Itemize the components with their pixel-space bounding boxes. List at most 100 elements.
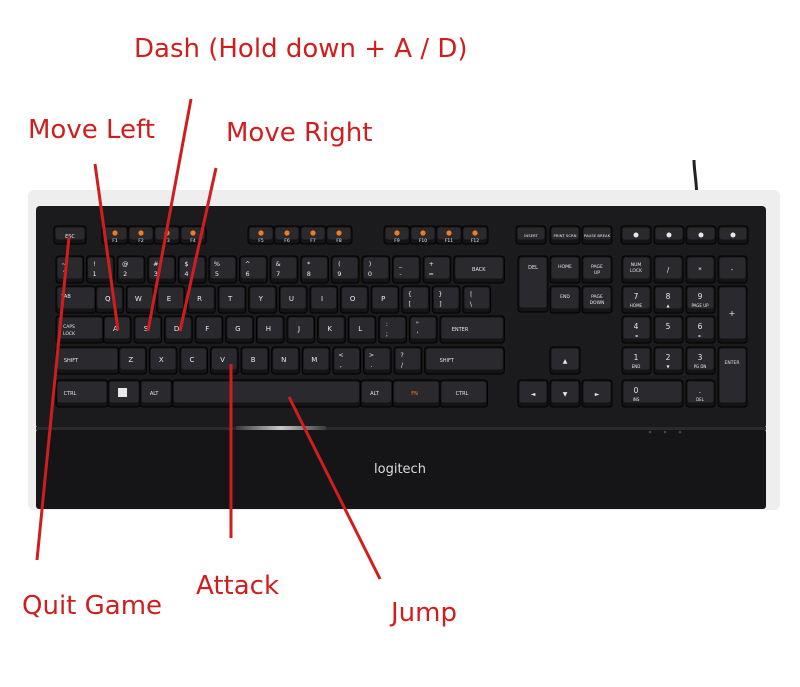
- arrow-up-icon: ▲: [563, 358, 568, 365]
- key-legend: DEL: [696, 397, 705, 402]
- fn-media-icon: [112, 230, 118, 236]
- key-face: [410, 317, 436, 339]
- key-sym[interactable]: [422, 255, 452, 284]
- key-f2-label: F2: [138, 238, 144, 244]
- key-legend: .: [699, 386, 701, 395]
- key-9[interactable]: [330, 255, 360, 284]
- key-legend: 6: [246, 270, 250, 278]
- key-ctrl-label: CTRL: [456, 391, 469, 397]
- key-4[interactable]: [177, 255, 207, 284]
- fn-media-icon: [258, 230, 264, 236]
- key-legend: PAGE: [591, 264, 603, 270]
- key-numpad-sub-label: PAGE UP: [691, 303, 709, 308]
- key-6[interactable]: [239, 255, 268, 284]
- key-f7-label: F7: [310, 238, 316, 244]
- key-legend: ,: [340, 361, 342, 369]
- key-punct[interactable]: [332, 346, 362, 375]
- key-shift-right[interactable]: [424, 346, 505, 375]
- key-legend: ;: [386, 330, 388, 338]
- key-f5-label: F5: [258, 238, 264, 244]
- key-3[interactable]: [147, 255, 176, 284]
- key-j[interactable]: [286, 315, 316, 344]
- fn-media-icon: [336, 230, 342, 236]
- key-1[interactable]: [86, 255, 115, 284]
- key-f-label: F: [205, 325, 209, 333]
- key-r-label: R: [197, 295, 202, 303]
- key-numpad-plus-label: +: [729, 309, 736, 318]
- key-numpad-0[interactable]: [621, 379, 684, 408]
- key-shift-legend: &: [276, 260, 281, 268]
- key-f8-label: F8: [336, 238, 342, 244]
- key-a-label: A: [113, 325, 118, 333]
- key-sym-bracket[interactable]: [462, 285, 492, 314]
- stage: logitech ESC F1 F2 F3 F4 F5 F6 F7 F8 F9 F10 F11 F12 IN…: [0, 0, 800, 687]
- key-punct[interactable]: [408, 315, 438, 344]
- key-h-label: H: [266, 325, 271, 333]
- light-strip: [236, 426, 326, 430]
- key-legend: |: [470, 290, 472, 298]
- key-legend: >: [369, 351, 374, 359]
- key-numpad-enter[interactable]: [717, 346, 748, 408]
- key-tab-label: TAB: [60, 294, 71, 300]
- key-0[interactable]: [361, 255, 391, 284]
- key-print-scrn-label: PRINT SCRN: [554, 233, 577, 238]
- key-7[interactable]: [269, 255, 299, 284]
- key-shift-legend: +: [428, 260, 433, 268]
- key-i[interactable]: [309, 285, 339, 314]
- key-legend: *: [698, 266, 702, 274]
- key-punct[interactable]: [378, 315, 407, 344]
- key-punct[interactable]: [363, 346, 392, 375]
- key-legend: ?: [400, 351, 403, 359]
- key-legend: 2: [666, 353, 671, 362]
- key-legend: 3: [698, 353, 703, 362]
- key-f1-label: F1: [112, 238, 118, 244]
- key-face: [311, 287, 337, 309]
- key-fn-label: FN: [411, 391, 418, 397]
- key-legend: 0: [634, 386, 639, 395]
- key-legend: }: [438, 290, 442, 298]
- key-legend: 6: [698, 322, 703, 331]
- key-shift-right-label: SHIFT: [440, 358, 455, 364]
- key-y-label: Y: [258, 295, 264, 303]
- key-g-label: G: [235, 325, 240, 333]
- windows-icon: [118, 388, 128, 397]
- key-sym-bracket[interactable]: [401, 285, 430, 314]
- key-8[interactable]: [300, 255, 329, 284]
- key-s-label: S: [144, 325, 149, 333]
- key-f3-label: F3: [164, 238, 170, 244]
- key-sym-bracket[interactable]: [431, 285, 461, 314]
- key-punct[interactable]: [393, 346, 423, 375]
- key-sym[interactable]: [55, 255, 85, 284]
- fn-media-icon: [446, 230, 452, 236]
- key-legend: UP: [594, 270, 600, 276]
- quit-game-label: Quit Game: [22, 591, 163, 621]
- key-legend: :: [386, 320, 388, 328]
- key-alt-label: ALT: [370, 391, 380, 397]
- fn-media-icon: [190, 230, 196, 236]
- key-legend: [: [409, 300, 412, 308]
- vol-down-icon: [666, 232, 672, 238]
- key-sym[interactable]: [392, 255, 421, 284]
- jump-label: Jump: [391, 598, 457, 628]
- key-insert-label: INSERT: [524, 233, 538, 238]
- move-left-label: Move Left: [28, 115, 155, 145]
- key-space[interactable]: [171, 379, 361, 408]
- key-enter[interactable]: [439, 315, 505, 344]
- arrow-down-icon: ▼: [563, 391, 568, 398]
- move-right-label: Move Right: [226, 118, 373, 148]
- key-shift-legend: ~: [61, 260, 66, 268]
- key-enter-label: ENTER: [452, 327, 469, 333]
- key-legend: 1: [93, 270, 97, 278]
- key-numpad-sub-label: END: [632, 364, 641, 369]
- fn-media-icon: [394, 230, 400, 236]
- key-o-label: O: [350, 295, 356, 303]
- key-shift-legend: ): [369, 260, 372, 268]
- key-legend: 5: [215, 270, 219, 278]
- key-face: [623, 257, 650, 279]
- led-indicator: [648, 430, 652, 434]
- key-shift-legend: $: [184, 260, 188, 268]
- fn-media-icon: [420, 230, 426, 236]
- key-pause-break-label: PAUSE BREAK: [584, 233, 611, 238]
- key-legend: {: [408, 290, 412, 298]
- key-legend: NUM: [631, 262, 642, 268]
